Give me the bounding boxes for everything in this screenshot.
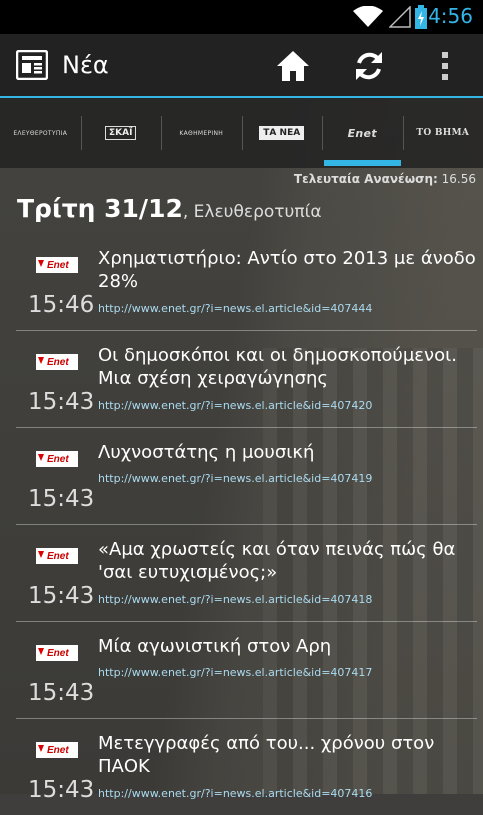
status-time: 4:56 <box>428 4 473 28</box>
article-title[interactable]: Χρηματιστήριο: Αντίο στο 2013 με άνοδο 2… <box>98 247 478 293</box>
source-logo-text: Enet <box>47 454 69 465</box>
eleftherotypia-logo: ΕΛΕΥΘΕΡΟΤΥΠΙΑ <box>13 130 67 137</box>
home-icon <box>276 50 310 82</box>
list-item[interactable]: Enet 15:43 Οι δημοσκόποι και οι δημοσκοπ… <box>16 331 477 428</box>
enet-source-icon: Enet <box>36 548 78 564</box>
list-item[interactable]: Enet 15:46 Χρηματιστήριο: Αντίο στο 2013… <box>16 234 477 331</box>
tab-kathimerini[interactable]: ΚΑΘΗΜΕΡΙΝΗ <box>161 98 242 168</box>
tab-eleftherotypia[interactable]: ΕΛΕΥΘΕΡΟΤΥΠΙΑ <box>0 98 81 168</box>
last-update: Τελευταία Ανανέωση: 16.56 <box>294 172 476 186</box>
article-title[interactable]: Μετεγγραφές από του... χρόνου στον ΠΑΟΚ <box>98 732 478 778</box>
list-item[interactable]: Enet 15:43 Μία αγωνιστική στον Αρη http:… <box>16 622 477 719</box>
article-link[interactable]: http://www.enet.gr/?i=news.el.article&id… <box>98 302 372 315</box>
enet-source-icon: Enet <box>36 742 78 758</box>
enet-source-icon: Enet <box>36 645 78 661</box>
article-title[interactable]: Οι δημοσκόποι και οι δημοσκοπούμενοι. Μι… <box>98 344 478 390</box>
source-logo-text: Enet <box>47 551 69 562</box>
list-item[interactable]: Enet 15:43 Μετεγγραφές από του... χρόνου… <box>16 719 477 815</box>
enet-logo: Enet <box>348 127 377 140</box>
article-time: 15:43 <box>28 777 94 803</box>
wifi-icon <box>353 6 383 28</box>
article-time: 15:43 <box>28 680 94 706</box>
signal-icon <box>389 6 411 28</box>
article-link[interactable]: http://www.enet.gr/?i=news.el.article&id… <box>98 472 372 485</box>
kathimerini-logo: ΚΑΘΗΜΕΡΙΝΗ <box>179 130 223 137</box>
source-logo-text: Enet <box>47 745 69 756</box>
source-logo-text: Enet <box>47 648 69 659</box>
article-link[interactable]: http://www.enet.gr/?i=news.el.article&id… <box>98 666 372 679</box>
tab-skai[interactable]: ΣΚΑΪ <box>81 98 162 168</box>
refresh-icon <box>353 50 385 82</box>
article-time: 15:43 <box>28 486 94 512</box>
to-vima-logo: ΤΟ ΒΗΜΑ <box>416 128 469 138</box>
refresh-button[interactable] <box>349 46 389 86</box>
enet-source-icon: Enet <box>36 257 78 273</box>
app-title: Νέα <box>62 51 109 79</box>
enet-source-icon: Enet <box>36 354 78 370</box>
tab-enet[interactable]: Enet <box>322 98 403 168</box>
list-item[interactable]: Enet 15:43 Λυχνοστάτης η μουσική http://… <box>16 428 477 525</box>
status-bar: 4:56 <box>0 0 483 34</box>
action-bar: Νέα <box>0 34 483 98</box>
article-time: 15:43 <box>28 389 94 415</box>
article-title[interactable]: «Αμα χρωστείς και όταν πεινάς πώς θα 'σα… <box>98 538 478 584</box>
skai-logo: ΣΚΑΪ <box>105 126 136 140</box>
article-title[interactable]: Μία αγωνιστική στον Αρη <box>98 635 478 658</box>
list-item[interactable]: Enet 15:43 «Αμα χρωστείς και όταν πεινάς… <box>16 525 477 622</box>
overflow-menu-icon <box>440 51 450 81</box>
tab-ta-nea[interactable]: ΤΑ ΝΕΑ <box>242 98 323 168</box>
date-paper: , Ελευθεροτυπία <box>183 202 322 222</box>
source-logo-text: Enet <box>47 357 69 368</box>
overflow-menu-button[interactable] <box>425 46 465 86</box>
last-update-label: Τελευταία Ανανέωση: <box>294 172 438 186</box>
source-logo-text: Enet <box>47 260 69 271</box>
newspaper-icon[interactable] <box>16 50 48 80</box>
article-time: 15:43 <box>28 583 94 609</box>
article-link[interactable]: http://www.enet.gr/?i=news.el.article&id… <box>98 593 372 606</box>
home-button[interactable] <box>273 46 313 86</box>
date-header: Τρίτη 31/12, Ελευθεροτυπία <box>17 194 322 223</box>
date-day: Τρίτη 31/12 <box>17 194 183 223</box>
ta-nea-logo: ΤΑ ΝΕΑ <box>259 126 304 140</box>
last-update-value: 16.56 <box>442 172 476 186</box>
article-time: 15:46 <box>28 292 94 318</box>
source-tabs: ΕΛΕΥΘΕΡΟΤΥΠΙΑ ΣΚΑΪ ΚΑΘΗΜΕΡΙΝΗ ΤΑ ΝΕΑ Ene… <box>0 98 483 168</box>
enet-source-icon: Enet <box>36 451 78 467</box>
article-title[interactable]: Λυχνοστάτης η μουσική <box>98 441 478 464</box>
tab-to-vima[interactable]: ΤΟ ΒΗΜΑ <box>403 98 483 168</box>
battery-charging-icon <box>415 5 427 29</box>
article-link[interactable]: http://www.enet.gr/?i=news.el.article&id… <box>98 399 372 412</box>
article-list: Enet 15:46 Χρηματιστήριο: Αντίο στο 2013… <box>16 234 477 815</box>
